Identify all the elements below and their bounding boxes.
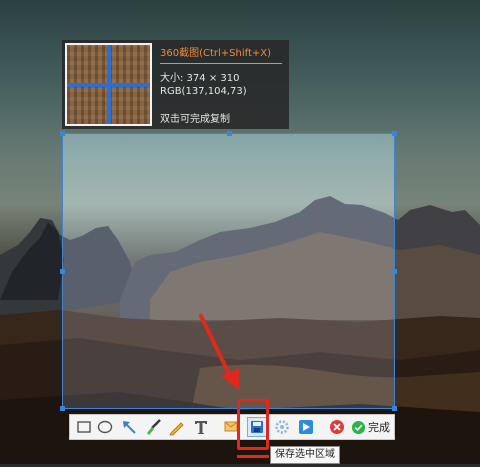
rectangle-icon [77, 421, 91, 433]
gear-icon [275, 420, 289, 434]
cancel-x-icon [330, 420, 344, 434]
selection-size: 大小: 374 × 310 [160, 73, 240, 84]
pixel-rgb-value: RGB(137,104,73) [160, 86, 247, 97]
save-tooltip: 保存选中区域 [270, 446, 340, 464]
pixel-magnifier [65, 43, 152, 126]
resize-handle-bottom-left[interactable] [60, 406, 65, 411]
capture-info-panel: 360截图(Ctrl+Shift+X) 大小: 374 × 310 RGB(13… [62, 40, 289, 129]
resize-handle-top-right[interactable] [392, 131, 397, 136]
copy-hint: 双击可完成复制 [160, 114, 230, 125]
settings-tool-button[interactable] [272, 417, 292, 437]
save-button-highlight-lower [237, 455, 269, 467]
text-tool-button[interactable] [191, 417, 211, 437]
rectangle-tool-button[interactable] [74, 417, 94, 437]
resize-handle-left[interactable] [60, 269, 65, 274]
share-tool-button[interactable] [296, 417, 316, 437]
done-label: 完成 [368, 421, 390, 434]
dim-overlay-right [395, 133, 480, 409]
resize-handle-top-left[interactable] [60, 131, 65, 136]
brush-tool-button[interactable] [143, 417, 163, 437]
save-button-highlight [237, 399, 269, 450]
text-icon [195, 421, 207, 434]
share-icon [299, 420, 313, 434]
red-arrow-annotation [199, 314, 239, 390]
magnifier-crosshair-horizontal [67, 83, 150, 87]
tool-title: 360截图(Ctrl+Shift+X) [160, 44, 282, 64]
arrow-tool-button[interactable] [119, 417, 139, 437]
resize-handle-right[interactable] [392, 269, 397, 274]
resize-handle-top[interactable] [227, 131, 232, 136]
checkmark-icon [351, 420, 366, 434]
resize-handle-bottom-right[interactable] [392, 406, 397, 411]
brush-icon [147, 419, 161, 435]
dim-overlay-left [0, 133, 62, 409]
cancel-button[interactable] [327, 417, 347, 437]
ellipse-icon [97, 420, 113, 434]
pen-icon [169, 422, 184, 436]
ellipse-tool-button[interactable] [95, 417, 115, 437]
capture-toolbar: 完成 [69, 414, 395, 440]
arrow-icon [123, 421, 136, 434]
done-button[interactable]: 完成 [351, 417, 393, 437]
pen-tool-button[interactable] [167, 417, 187, 437]
